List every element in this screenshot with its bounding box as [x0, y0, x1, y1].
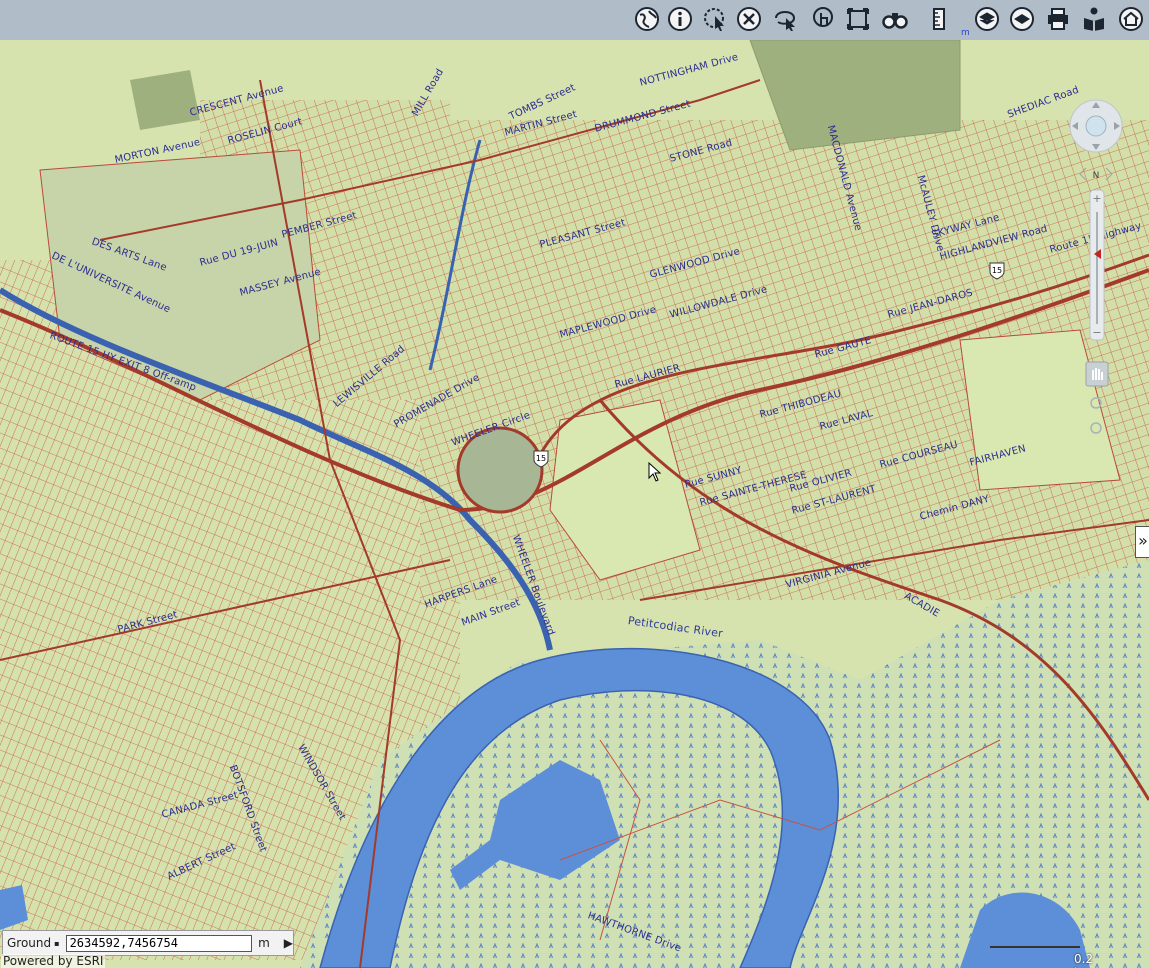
coordinate-type-dropdown-icon[interactable]: ▪ — [54, 939, 59, 948]
layers-icon[interactable] — [972, 4, 1002, 34]
route-shield-text: 15 — [992, 266, 1002, 275]
north-arrow-label: N — [1093, 171, 1100, 181]
clear-icon[interactable] — [734, 4, 764, 34]
coordinate-input[interactable] — [65, 934, 253, 952]
map-canvas[interactable]: MORTON Avenue ROSELIN Court CRESCENT Ave… — [0, 40, 1149, 968]
coordinate-unit: m — [258, 936, 270, 950]
scale-bar: 0.2 km — [990, 940, 1110, 968]
binoculars-icon[interactable] — [880, 4, 910, 34]
expand-panel-button[interactable]: » — [1135, 526, 1149, 558]
home-icon[interactable] — [1116, 4, 1146, 34]
scale-bar-label: 0.2 km — [1074, 952, 1094, 968]
help-icon[interactable] — [1079, 4, 1109, 34]
globe-icon[interactable] — [632, 4, 662, 34]
navigation-control: N + − — [1069, 99, 1123, 434]
svg-text:+: + — [1092, 192, 1101, 205]
basemap-icon[interactable] — [1007, 4, 1037, 34]
scale-bar-line — [990, 946, 1080, 948]
coordinate-panel: Ground ▪ m ▶ — [2, 930, 294, 956]
print-icon[interactable] — [1043, 4, 1073, 34]
mouse-cursor-icon — [648, 462, 662, 482]
zoom-out-icon[interactable] — [1090, 422, 1102, 434]
svg-text:−: − — [1092, 326, 1101, 339]
measure-icon[interactable] — [924, 4, 954, 34]
lasso-icon[interactable] — [770, 4, 800, 34]
extent-icon[interactable] — [843, 4, 873, 34]
zoom-in-icon[interactable] — [1090, 397, 1102, 409]
route-shield-text: 15 — [536, 454, 546, 463]
route-shield-icon: 15 — [533, 450, 549, 468]
route-shield-icon: 15 — [989, 262, 1005, 280]
toolbar-unit-mark: m — [961, 28, 970, 38]
select-icon[interactable] — [700, 4, 730, 34]
coordinate-type-label: Ground — [7, 936, 52, 950]
pointer-icon[interactable] — [808, 4, 838, 34]
toolbar: m — [0, 0, 1149, 41]
globe-icon[interactable] — [1085, 115, 1107, 137]
coordinate-go-icon[interactable]: ▶ — [284, 936, 293, 950]
powered-by-label[interactable]: Powered by ESRI — [1, 954, 106, 968]
info-icon[interactable] — [665, 4, 695, 34]
